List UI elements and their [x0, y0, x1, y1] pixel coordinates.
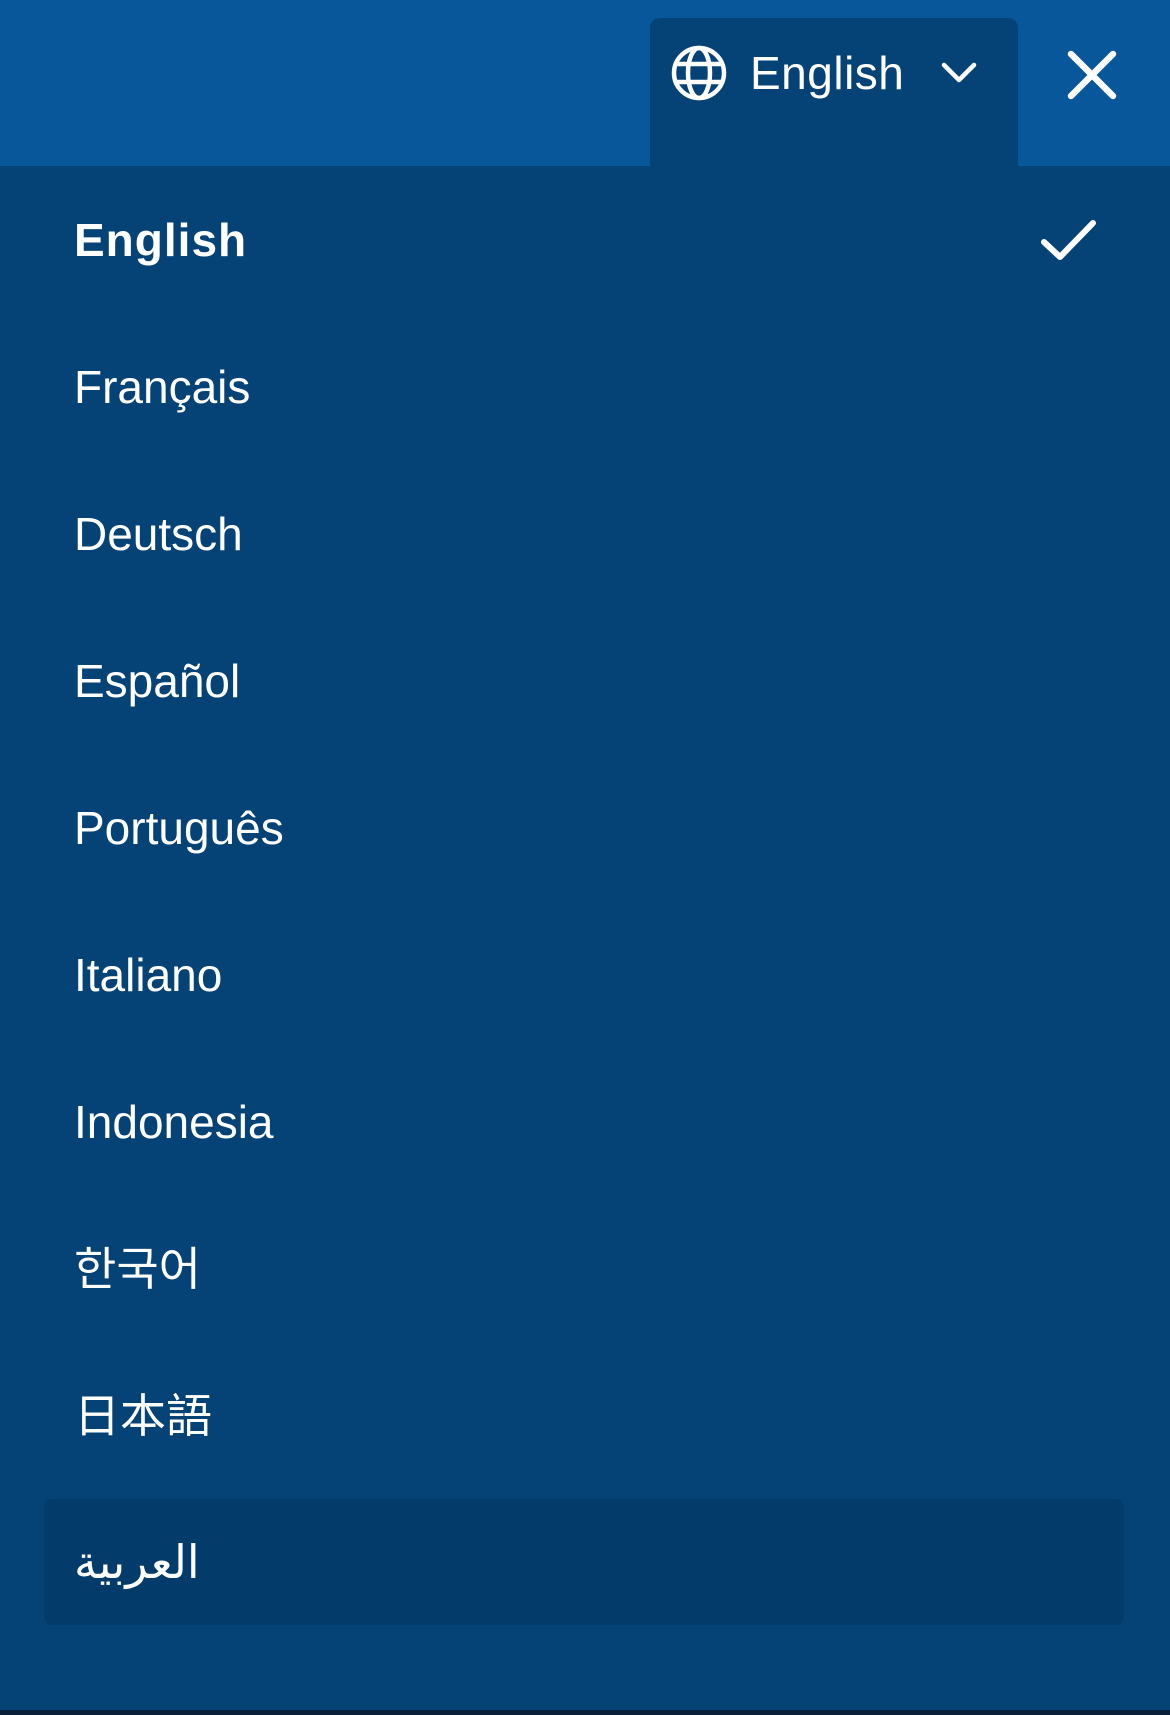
- language-option-spanish[interactable]: Español: [0, 607, 1170, 754]
- language-option-label: Italiano: [74, 948, 223, 1001]
- language-option-label: Deutsch: [74, 507, 243, 560]
- language-list: English Français Deutsch Español Portugu…: [0, 166, 1170, 1625]
- close-button[interactable]: [1063, 46, 1121, 104]
- checkmark-icon: [1041, 220, 1096, 260]
- language-option-italian[interactable]: Italiano: [0, 901, 1170, 1048]
- globe-icon: [671, 45, 727, 101]
- language-selector-button[interactable]: English: [650, 18, 1018, 166]
- language-option-label: 日本語: [74, 1389, 212, 1442]
- language-option-label: 한국어: [74, 1242, 201, 1295]
- language-option-label: Français: [74, 360, 251, 413]
- bottom-edge: [0, 1710, 1170, 1715]
- chevron-down-icon: [942, 62, 977, 83]
- language-option-label: English: [74, 213, 248, 266]
- language-option-label: العربية: [74, 1536, 200, 1588]
- language-option-label: Indonesia: [74, 1095, 274, 1148]
- language-option-korean[interactable]: 한국어: [0, 1195, 1170, 1342]
- language-option-arabic[interactable]: العربية: [44, 1499, 1124, 1625]
- language-option-label: Español: [74, 654, 241, 707]
- top-bar: English: [0, 0, 1170, 166]
- language-option-german[interactable]: Deutsch: [0, 460, 1170, 607]
- language-selector-label: English: [750, 47, 905, 99]
- language-option-english[interactable]: English: [0, 166, 1170, 313]
- language-option-indonesian[interactable]: Indonesia: [0, 1048, 1170, 1195]
- language-option-japanese[interactable]: 日本語: [0, 1342, 1170, 1489]
- close-icon: [1067, 50, 1117, 100]
- language-option-label: Português: [74, 801, 284, 854]
- language-option-french[interactable]: Français: [0, 313, 1170, 460]
- language-option-portuguese[interactable]: Português: [0, 754, 1170, 901]
- language-menu-screen: English English Français Deutsch Español…: [0, 0, 1170, 1715]
